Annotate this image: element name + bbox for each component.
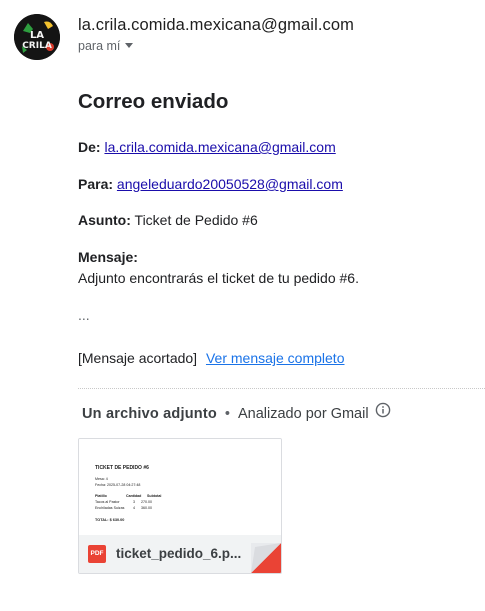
info-icon[interactable] — [375, 402, 391, 422]
to-me-label: para mí — [78, 39, 121, 53]
attachment-card[interactable]: TICKET DE PEDIDO #6 Mesa: 4 Fecha: 2025-… — [78, 438, 282, 574]
attachment-filename[interactable]: ticket_pedido_6.p... — [116, 546, 241, 561]
attachments-header: Un archivo adjunto • Analizado por Gmail — [82, 402, 391, 424]
from-email-link[interactable]: la.crila.comida.mexicana@gmail.com — [104, 139, 335, 155]
pdf-file-icon: PDF — [88, 545, 106, 563]
svg-text:LA: LA — [30, 30, 44, 41]
message-label-text: Mensaje: — [78, 249, 138, 265]
svg-text:CRILA: CRILA — [22, 41, 52, 51]
quoted-ellipsis[interactable]: ... — [78, 307, 90, 323]
attachments-divider — [78, 388, 485, 389]
separator: • — [224, 405, 230, 422]
subject-line: Asunto: Ticket de Pedido #6 — [78, 212, 258, 228]
preview-row1-qty: 3 — [133, 500, 135, 504]
preview-col-subtotal: Subtotal — [147, 494, 162, 498]
message-body: Adjunto encontrarás el ticket de tu pedi… — [78, 270, 359, 286]
from-line: De: la.crila.comida.mexicana@gmail.com — [78, 139, 336, 155]
preview-col-cantidad: Cantidad — [126, 494, 142, 498]
message-label: Mensaje: — [78, 249, 138, 265]
attachment-preview[interactable]: TICKET DE PEDIDO #6 Mesa: 4 Fecha: 2025-… — [79, 439, 281, 535]
page-fold-icon — [251, 543, 281, 573]
preview-total: TOTAL: $ 630.00 — [95, 518, 125, 522]
preview-row1-name: Tacos al Pastor — [95, 500, 120, 504]
preview-fecha: Fecha: 2025-07-28 04:27:48 — [95, 483, 141, 487]
to-line: Para: angeleduardo20050528@gmail.com — [78, 176, 343, 192]
truncated-label: [Mensaje acortado] — [78, 350, 198, 366]
preview-row2-name: Enchiladas Suizas — [95, 506, 125, 510]
preview-row2-sub: 360.00 — [141, 506, 152, 510]
from-label: De: — [78, 139, 101, 155]
recipient-details-toggle[interactable]: para mí — [78, 39, 134, 53]
sender-avatar[interactable]: LA CRILA — [14, 14, 60, 60]
preview-heading: TICKET DE PEDIDO #6 — [95, 465, 149, 471]
to-email-link[interactable]: angeleduardo20050528@gmail.com — [117, 176, 343, 192]
la-crila-logo: LA CRILA — [14, 14, 60, 60]
sender-email[interactable]: la.crila.comida.mexicana@gmail.com — [78, 16, 354, 35]
attachments-count: Un archivo adjunto — [82, 405, 217, 422]
to-label: Para: — [78, 176, 114, 192]
view-full-message-link[interactable]: Ver mensaje completo — [206, 350, 345, 366]
preview-mesa: Mesa: 4 — [95, 477, 108, 481]
preview-col-platillo: Platillo — [95, 494, 107, 498]
truncated-notice: [Mensaje acortado] Ver mensaje completo — [78, 350, 345, 366]
subject-value: Ticket de Pedido #6 — [134, 212, 258, 228]
message-header: LA CRILA la.crila.comida.mexicana@gmail.… — [14, 12, 474, 64]
scanned-label: Analizado por Gmail — [238, 405, 369, 422]
chevron-down-icon[interactable] — [125, 43, 134, 49]
preview-row2-qty: 4 — [133, 506, 135, 510]
email-title: Correo enviado — [78, 90, 229, 113]
subject-label: Asunto: — [78, 212, 131, 228]
preview-row1-sub: 270.00 — [141, 500, 152, 504]
